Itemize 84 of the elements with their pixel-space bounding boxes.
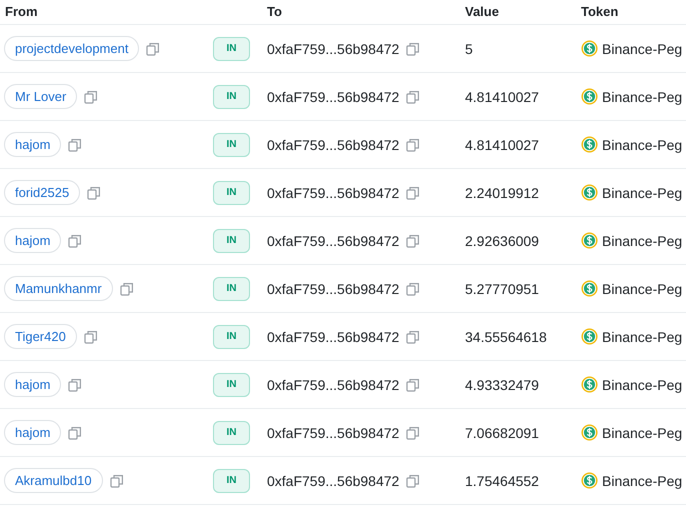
copy-icon[interactable] [406, 474, 420, 488]
copy-icon[interactable] [406, 90, 420, 104]
direction-badge: IN [213, 36, 250, 60]
to-address: 0xfaF759...56b98472 [267, 376, 400, 392]
column-header: From [4, 3, 38, 19]
value-text: 5.27770951 [465, 280, 539, 296]
token-name[interactable]: Binance-Peg [602, 424, 682, 440]
dollar-coin-icon [581, 40, 598, 57]
copy-icon[interactable] [406, 378, 420, 392]
address-tag[interactable]: hajom [4, 420, 62, 445]
address-tag[interactable]: projectdevelopment [4, 36, 140, 61]
copy-icon[interactable] [68, 138, 82, 152]
token-name[interactable]: Binance-Peg [602, 232, 682, 248]
to-address: 0xfaF759...56b98472 [267, 424, 400, 440]
value-text: 34.55564618 [465, 328, 547, 344]
to-address: 0xfaF759...56b98472 [267, 184, 400, 200]
address-tag[interactable]: hajom [4, 372, 62, 397]
copy-icon[interactable] [84, 90, 98, 104]
copy-icon[interactable] [406, 234, 420, 248]
dollar-coin-icon [581, 280, 598, 297]
column-header: Token [581, 3, 620, 19]
direction-badge: IN [213, 324, 250, 348]
token-name[interactable]: Binance-Peg [602, 88, 682, 104]
direction-badge: IN [213, 84, 250, 108]
copy-icon[interactable] [68, 234, 82, 248]
value-text: 2.24019912 [465, 184, 539, 200]
copy-icon[interactable] [68, 378, 82, 392]
token-name[interactable]: Binance-Peg [602, 376, 682, 392]
copy-icon[interactable] [406, 330, 420, 344]
address-tag[interactable]: hajom [4, 132, 62, 157]
direction-badge: IN [213, 276, 250, 300]
value-text: 4.81410027 [465, 88, 539, 104]
to-address: 0xfaF759...56b98472 [267, 328, 400, 344]
address-tag[interactable]: Mamunkhanmr [4, 276, 113, 301]
dollar-coin-icon [581, 184, 598, 201]
value-text: 7.06682091 [465, 424, 539, 440]
address-tag[interactable]: forid2525 [4, 180, 80, 205]
to-address: 0xfaF759...56b98472 [267, 472, 400, 488]
address-tag[interactable]: Mr Lover [4, 84, 78, 109]
to-address: 0xfaF759...56b98472 [267, 280, 400, 296]
copy-icon[interactable] [406, 282, 420, 296]
address-tag[interactable]: Tiger420 [4, 324, 77, 349]
value-text: 2.92636009 [465, 232, 539, 248]
dollar-coin-icon [581, 472, 598, 489]
direction-badge: IN [213, 132, 250, 156]
copy-icon[interactable] [87, 186, 102, 200]
column-header: To [267, 3, 283, 19]
to-address: 0xfaF759...56b98472 [267, 88, 400, 104]
copy-icon[interactable] [406, 186, 420, 200]
token-name[interactable]: Binance-Peg [602, 184, 682, 200]
copy-icon[interactable] [146, 42, 160, 56]
dollar-coin-icon [581, 88, 598, 105]
column-header: Value [465, 3, 500, 19]
copy-icon[interactable] [120, 282, 134, 296]
token-name[interactable]: Binance-Peg [602, 280, 682, 296]
direction-badge: IN [213, 228, 250, 252]
value-text: 4.93332479 [465, 376, 539, 392]
token-name[interactable]: Binance-Peg [602, 472, 682, 488]
copy-icon[interactable] [406, 426, 420, 440]
value-text: 1.75464552 [465, 472, 539, 488]
token-name[interactable]: Binance-Peg [602, 136, 682, 152]
copy-icon[interactable] [406, 138, 420, 152]
direction-badge: IN [213, 372, 250, 396]
value-text: 5 [465, 40, 473, 56]
copy-icon[interactable] [68, 426, 82, 440]
copy-icon[interactable] [406, 42, 420, 56]
dollar-coin-icon [581, 376, 598, 393]
value-text: 4.81410027 [465, 136, 539, 152]
copy-icon[interactable] [110, 474, 124, 488]
dollar-coin-icon [581, 328, 598, 345]
token-name[interactable]: Binance-Peg [602, 40, 682, 56]
address-tag[interactable]: hajom [4, 228, 62, 253]
dollar-coin-icon [581, 232, 598, 249]
to-address: 0xfaF759...56b98472 [267, 40, 400, 56]
dollar-coin-icon [581, 136, 598, 153]
address-tag[interactable]: Akramulbd10 [4, 468, 103, 493]
direction-badge: IN [213, 420, 250, 444]
token-name[interactable]: Binance-Peg [602, 328, 682, 344]
dollar-coin-icon [581, 424, 598, 441]
direction-badge: IN [213, 468, 250, 492]
direction-badge: IN [213, 180, 250, 204]
copy-icon[interactable] [84, 330, 98, 344]
to-address: 0xfaF759...56b98472 [267, 136, 400, 152]
to-address: 0xfaF759...56b98472 [267, 232, 400, 248]
